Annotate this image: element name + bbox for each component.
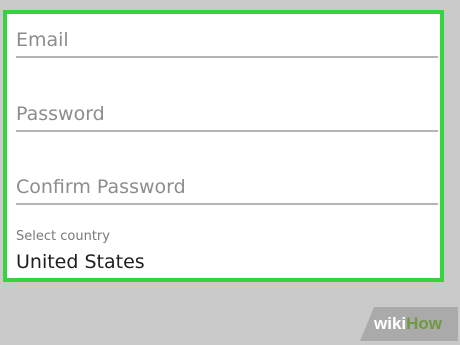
country-select-label: Select country — [16, 229, 110, 244]
signup-form: Select country United States — [3, 10, 444, 282]
watermark-text-wiki: wiki — [374, 314, 407, 333]
country-select[interactable]: United States — [16, 250, 438, 278]
watermark-text: wikiHow — [374, 314, 442, 334]
country-select-value: United States — [16, 251, 145, 273]
wikihow-watermark: wikiHow — [360, 307, 458, 341]
confirm-password-field[interactable] — [16, 175, 438, 205]
password-field[interactable] — [16, 102, 438, 132]
email-field[interactable] — [16, 28, 438, 58]
watermark-text-how: How — [406, 314, 443, 333]
